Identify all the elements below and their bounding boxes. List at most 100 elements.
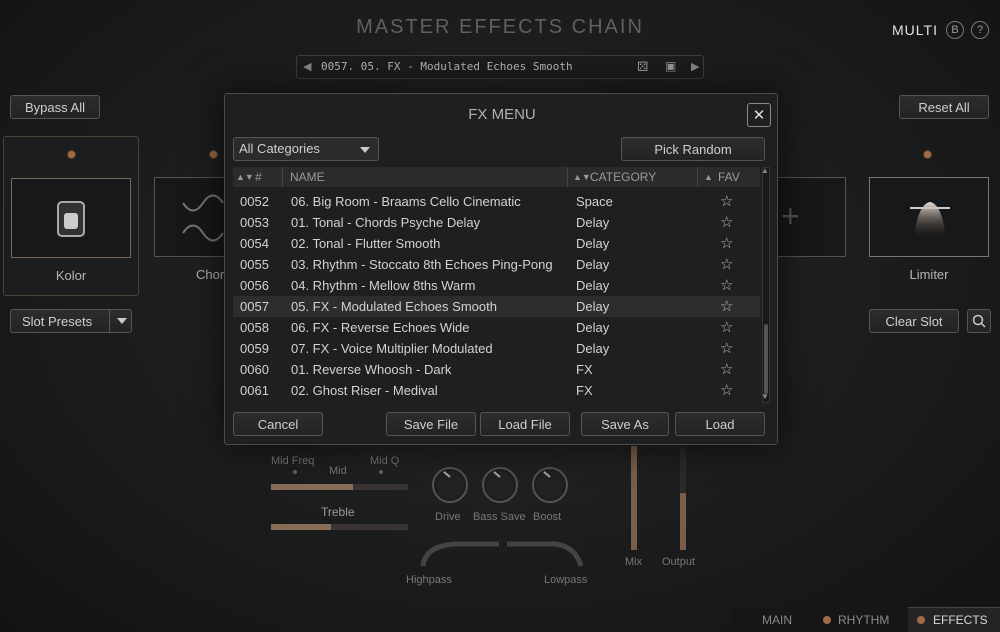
scroll-down-icon[interactable]: ▼ [761,392,769,401]
slot-power-led[interactable] [67,150,76,159]
lowpass-label: Lowpass [544,574,588,586]
boost-knob[interactable] [532,467,568,503]
mix-fader[interactable] [631,446,637,550]
star-icon[interactable]: ☆ [720,255,733,273]
dice-icon[interactable]: ⚄ [637,59,648,75]
caret-left-icon[interactable]: ◀ [303,60,311,73]
scroll-up-icon[interactable]: ▲ [761,166,769,175]
app-title: MASTER EFFECTS CHAIN [356,16,644,38]
column-name[interactable]: NAME [290,170,325,184]
mid-label: Mid [329,465,347,477]
preset-list: 0052 06. Big Room - Braams Cello Cinemat… [233,191,760,401]
scrollbar-thumb[interactable] [764,324,768,394]
preset-name: 0057. 05. FX - Modulated Echoes Smooth [321,60,573,73]
list-item-selected[interactable]: 0057 05. FX - Modulated Echoes Smooth De… [233,296,760,317]
slot-presets-label: Slot Presets [22,313,93,329]
highpass-label: Highpass [406,574,452,586]
column-num[interactable]: # [255,170,262,184]
help-icon[interactable]: ? [971,21,989,39]
bass-save-label: Bass Save [473,511,526,523]
slot-presets-dropdown[interactable]: Slot Presets [10,309,132,333]
category-selected-value: All Categories [239,141,320,156]
slot-empty-display[interactable]: + [776,177,846,257]
sort-icon[interactable]: ▲▼ [573,172,591,182]
slot-chorus-label: Chor [196,267,225,282]
slot-kolor[interactable]: Kolor [3,136,139,296]
boost-label: Boost [533,511,562,523]
star-icon[interactable]: ☆ [720,213,733,231]
slot-power-led[interactable] [923,150,932,159]
list-item[interactable]: 0059 07. FX - Voice Multiplier Modulated… [233,338,760,359]
list-scrollbar[interactable] [762,167,770,403]
list-item[interactable]: 0055 03. Rhythm - Stoccato 8th Echoes Pi… [233,254,760,275]
b-icon[interactable]: B [946,21,964,39]
search-button[interactable] [967,309,991,333]
star-icon[interactable]: ☆ [720,339,733,357]
effects-led [917,616,925,624]
bass-save-knob[interactable] [482,467,518,503]
chorus-wave-icon [182,194,224,242]
tab-effects[interactable]: EFFECTS [933,613,988,627]
bottom-tab-bar: MAIN RHYTHM EFFECTS [732,607,1000,632]
list-item[interactable]: 0061 02. Ghost Riser - Medival FX ☆ [233,380,760,401]
treble-slider[interactable] [271,524,408,530]
star-icon[interactable]: ☆ [720,318,733,336]
star-icon[interactable]: ☆ [720,192,733,210]
reset-all-button[interactable]: Reset All [899,95,989,119]
pedal-icon [57,201,85,237]
list-item[interactable]: 0058 06. FX - Reverse Echoes Wide Delay … [233,317,760,338]
category-select[interactable]: All Categories [233,137,379,161]
tab-main[interactable]: MAIN [762,613,792,627]
slot-limiter-label: Limiter [909,267,949,282]
list-item[interactable]: 0060 01. Reverse Whoosh - Dark FX ☆ [233,359,760,380]
pick-random-button[interactable]: Pick Random [621,137,765,161]
slot-kolor-display [11,178,131,258]
bypass-all-button[interactable]: Bypass All [10,95,100,119]
tab-rhythm[interactable]: RHYTHM [838,613,889,627]
preset-selector[interactable]: ◀ 0057. 05. FX - Modulated Echoes Smooth… [296,55,704,79]
column-category[interactable]: CATEGORY [590,170,656,184]
rhythm-led [823,616,831,624]
list-item[interactable]: 0054 02. Tonal - Flutter Smooth Delay ☆ [233,233,760,254]
star-icon[interactable]: ☆ [720,297,733,315]
load-button[interactable]: Load [675,412,765,436]
column-fav[interactable]: FAV [718,170,740,184]
list-item[interactable]: 0053 01. Tonal - Chords Psyche Delay Del… [233,212,760,233]
slot-chorus-display[interactable] [154,177,226,257]
star-icon[interactable]: ☆ [720,234,733,252]
fx-menu-title: FX MENU [468,106,536,123]
output-fader[interactable] [680,446,686,550]
star-icon[interactable]: ☆ [720,276,733,294]
clear-slot-button[interactable]: Clear Slot [869,309,959,333]
mode-label[interactable]: MULTI [892,22,938,38]
chevron-down-icon [360,147,370,153]
search-icon [972,314,986,328]
save-file-button[interactable]: Save File [386,412,476,436]
slot-kolor-label: Kolor [55,268,87,283]
chevron-down-icon [117,318,127,324]
mid-freq-label: Mid Freq [271,455,315,467]
limiter-icon [910,202,950,238]
list-item[interactable]: 0052 06. Big Room - Braams Cello Cinemat… [233,191,760,212]
treble-label: Treble [321,505,355,519]
mix-label: Mix [625,556,643,568]
save-as-button[interactable]: Save As [581,412,669,436]
list-item[interactable]: 0056 04. Rhythm - Mellow 8ths Warm Delay… [233,275,760,296]
sort-icon[interactable]: ▲ [704,172,713,182]
star-icon[interactable]: ☆ [720,360,733,378]
close-button[interactable]: ✕ [747,103,771,127]
load-file-button[interactable]: Load File [480,412,570,436]
cancel-button[interactable]: Cancel [233,412,323,436]
output-label: Output [662,556,696,568]
add-icon: + [781,198,800,234]
caret-right-icon[interactable]: ▶ [691,60,699,73]
slot-power-led[interactable] [209,150,218,159]
mid-slider[interactable] [271,484,408,490]
slot-limiter-display[interactable] [869,177,989,257]
drive-knob[interactable] [432,467,468,503]
list-header: ▲▼ # NAME ▲▼ CATEGORY ▲ FAV [233,167,760,187]
mid-q-label: Mid Q [370,455,400,467]
sort-icon[interactable]: ▲▼ [236,172,254,182]
star-icon[interactable]: ☆ [720,381,733,399]
save-icon[interactable]: ▣ [665,59,676,73]
